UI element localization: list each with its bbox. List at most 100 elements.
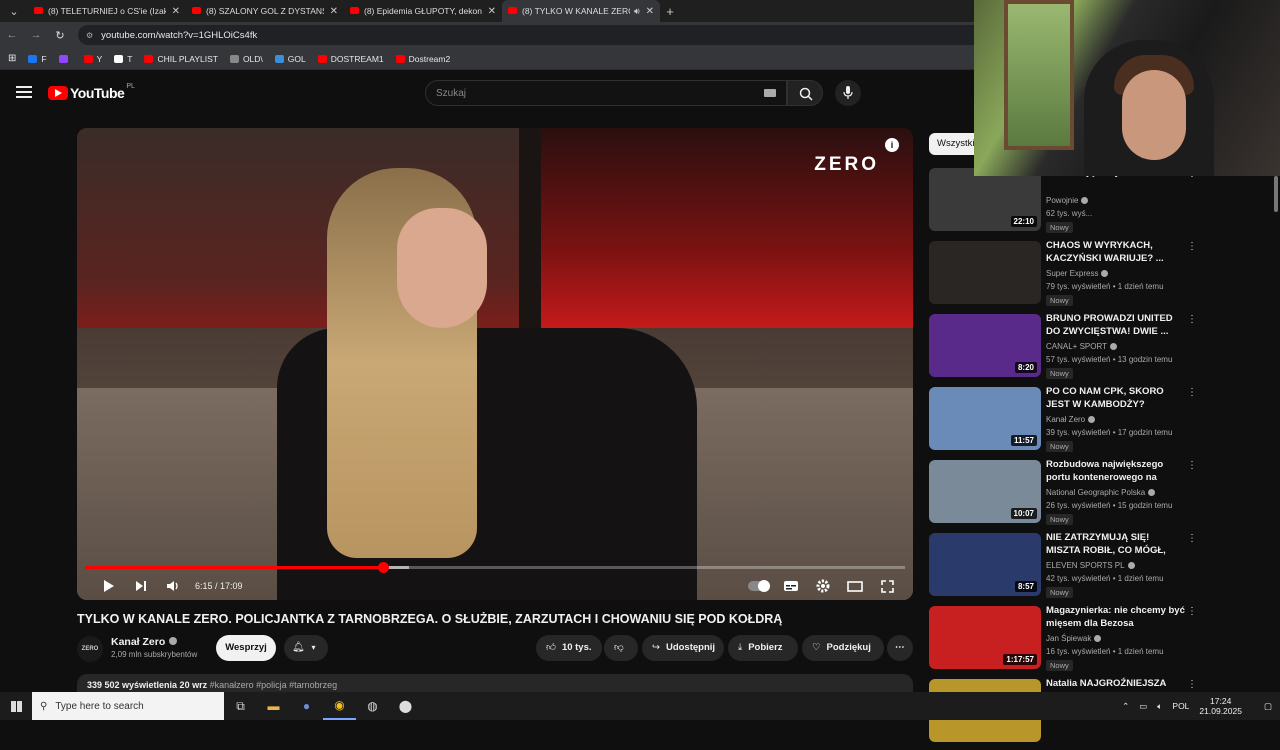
- menu-hamburger-icon[interactable]: [16, 86, 32, 101]
- recommended-title[interactable]: PO CO NAM CPK, SKORO JEST W KAMBODŻY?: [1046, 385, 1186, 412]
- network-icon[interactable]: ▭: [1139, 701, 1147, 712]
- bookmark-item[interactable]: [58, 54, 72, 64]
- tab-audio-icon[interactable]: 🔊︎: [634, 6, 640, 17]
- more-vertical-icon[interactable]: ⋮: [1187, 314, 1197, 325]
- start-button[interactable]: [0, 692, 32, 720]
- browser-tab[interactable]: (8) TELETURNIEJ o CS'ie (Izak, T... ✕: [28, 0, 186, 22]
- reload-icon[interactable]: ↻: [48, 29, 72, 42]
- youtube-logo[interactable]: YouTube PL: [48, 83, 135, 101]
- obs-icon[interactable]: ◍: [356, 692, 389, 720]
- recommended-video[interactable]: 1:17:57 Magazynierka: nie chcemy być mięs…: [929, 604, 1209, 677]
- hashtags[interactable]: #kanałzero #policja #tarnobrzeg: [210, 680, 338, 690]
- url-field[interactable]: ⚙ youtube.com/watch?v=1GHLOiCs4fk: [78, 25, 1038, 45]
- recommended-title[interactable]: NIE ZATRZYMUJĄ SIĘ! MISZTA ROBIŁ, CO MÓG…: [1046, 531, 1186, 558]
- play-button[interactable]: [93, 574, 125, 598]
- recommended-channel[interactable]: Powojnie: [1046, 196, 1089, 205]
- more-vertical-icon[interactable]: ⋮: [1187, 606, 1197, 617]
- discord-icon[interactable]: ●: [290, 692, 323, 720]
- more-vertical-icon[interactable]: ⋮: [1187, 387, 1197, 398]
- recommended-channel[interactable]: Jan Śpiewak: [1046, 634, 1102, 643]
- recommended-title[interactable]: Magazynierka: nie chcemy być mięsem dla …: [1046, 604, 1186, 631]
- fullscreen-button[interactable]: [871, 574, 903, 598]
- like-button[interactable]: 👍︎ 10 tys.: [536, 635, 602, 661]
- maps-pin-icon[interactable]: ⬤: [389, 692, 422, 720]
- recommended-video[interactable]: 22:10...zabierają wszystko. Wielka ...Po…: [929, 166, 1209, 239]
- volume-tray-icon[interactable]: 🔈︎: [1157, 701, 1162, 712]
- video-thumbnail[interactable]: 8:57: [929, 533, 1041, 596]
- scrubber-handle[interactable]: [377, 562, 389, 573]
- recommended-channel[interactable]: National Geographic Polska: [1046, 488, 1156, 497]
- forward-arrow-icon[interactable]: →: [24, 29, 48, 41]
- notifications-icon[interactable]: ▢: [1264, 701, 1272, 712]
- video-thumbnail[interactable]: 10:07: [929, 460, 1041, 523]
- video-thumbnail[interactable]: 8:20: [929, 314, 1041, 377]
- progress-bar[interactable]: [85, 562, 905, 573]
- new-tab-button[interactable]: +: [660, 4, 680, 19]
- page-scrollbar[interactable]: [1274, 176, 1278, 212]
- recommended-channel[interactable]: Kanał Zero: [1046, 415, 1096, 424]
- file-explorer-icon[interactable]: ▬: [257, 692, 290, 720]
- close-tab-icon[interactable]: ✕: [646, 6, 654, 17]
- video-thumbnail[interactable]: 11:57: [929, 387, 1041, 450]
- keyboard-icon[interactable]: [764, 89, 776, 97]
- more-vertical-icon[interactable]: ⋮: [1187, 679, 1197, 690]
- recommended-title[interactable]: Rozbudowa największego portu kontenerowe…: [1046, 458, 1186, 485]
- bookmark-item[interactable]: T: [114, 54, 132, 64]
- channel-avatar[interactable]: ZERO: [77, 636, 103, 662]
- apps-grid-icon[interactable]: ⊞: [8, 53, 16, 64]
- tray-chevron-up-icon[interactable]: ⌃: [1122, 701, 1129, 712]
- recommended-title[interactable]: CHAOS W WYRYKACH, KACZYŃSKI WARIUJE? ...: [1046, 239, 1186, 266]
- download-button[interactable]: ⤓ Pobierz: [728, 635, 798, 661]
- tab-search-chevron-icon[interactable]: ⌄: [0, 5, 28, 18]
- recommended-channel[interactable]: Super Express: [1046, 269, 1109, 278]
- subtitles-button[interactable]: [775, 574, 807, 598]
- channel-name[interactable]: Kanał Zero: [111, 636, 178, 648]
- language-indicator[interactable]: POL: [1172, 701, 1189, 711]
- settings-button[interactable]: [807, 574, 839, 598]
- dislike-button[interactable]: 👎︎: [604, 635, 638, 661]
- next-button[interactable]: [125, 574, 157, 598]
- info-icon[interactable]: i: [885, 138, 899, 152]
- site-info-icon[interactable]: ⚙: [86, 31, 93, 40]
- voice-search-button[interactable]: [835, 80, 861, 106]
- bookmark-item[interactable]: Dostream2: [395, 54, 450, 64]
- more-actions-button[interactable]: ⋯: [887, 635, 913, 661]
- recommended-channel[interactable]: CANAL+ SPORT: [1046, 342, 1117, 351]
- bookmark-item[interactable]: CHIL PLAYLIST: [144, 54, 218, 64]
- recommended-video[interactable]: 10:07 Rozbudowa największego portu konten…: [929, 458, 1209, 531]
- support-button[interactable]: Wesprzyj: [216, 635, 276, 661]
- theater-mode-button[interactable]: [839, 574, 871, 598]
- bookmark-item[interactable]: Y: [83, 54, 102, 64]
- close-tab-icon[interactable]: ✕: [488, 6, 496, 17]
- more-vertical-icon[interactable]: ⋮: [1187, 460, 1197, 471]
- search-button[interactable]: [787, 80, 823, 106]
- recommended-title[interactable]: BRUNO PROWADZI UNITED DO ZWYCIĘSTWA! DWI…: [1046, 312, 1186, 339]
- browser-tab[interactable]: (8) Epidemia GŁUPOTY, dekon... ✕: [344, 0, 502, 22]
- bookmark-item[interactable]: DOSTREAM1: [317, 54, 384, 64]
- clock[interactable]: 17:24 21.09.2025: [1199, 696, 1242, 716]
- search-input[interactable]: Szukaj: [425, 80, 787, 106]
- recommended-video[interactable]: CHAOS W WYRYKACH, KACZYŃSKI WARIUJE? ...…: [929, 239, 1209, 312]
- close-tab-icon[interactable]: ✕: [330, 6, 338, 17]
- chrome-icon[interactable]: ◉: [323, 692, 356, 720]
- video-player[interactable]: ZERO i 6:15 / 17:09: [77, 128, 913, 600]
- task-view-icon[interactable]: ⧉: [224, 692, 257, 720]
- bookmark-item[interactable]: F: [28, 54, 47, 64]
- more-vertical-icon[interactable]: ⋮: [1187, 241, 1197, 252]
- video-thumbnail[interactable]: 22:10: [929, 168, 1041, 231]
- autoplay-toggle[interactable]: [743, 574, 775, 598]
- back-arrow-icon[interactable]: ←: [0, 29, 24, 41]
- volume-button[interactable]: [157, 574, 189, 598]
- video-thumbnail[interactable]: 1:17:57: [929, 606, 1041, 669]
- bookmark-item[interactable]: GOL: [274, 54, 306, 64]
- recommended-video[interactable]: 8:20 BRUNO PROWADZI UNITED DO ZWYCIĘSTWA!…: [929, 312, 1209, 385]
- taskbar-search[interactable]: ⚲ Type here to search: [32, 692, 224, 720]
- bookmark-item[interactable]: OLD\: [229, 54, 263, 64]
- recommended-channel[interactable]: ELEVEN SPORTS PL: [1046, 561, 1135, 570]
- recommended-video[interactable]: 8:57 NIE ZATRZYMUJĄ SIĘ! MISZTA ROBIŁ, CO…: [929, 531, 1209, 604]
- more-vertical-icon[interactable]: ⋮: [1187, 533, 1197, 544]
- thanks-button[interactable]: ♡ Podziękuj: [802, 635, 884, 661]
- share-button[interactable]: ↪ Udostępnij: [642, 635, 724, 661]
- notifications-bell-button[interactable]: 🔔︎ ▾: [284, 635, 328, 661]
- browser-tab[interactable]: (8) SZALONY GOL Z DYSTANSU... ✕: [186, 0, 344, 22]
